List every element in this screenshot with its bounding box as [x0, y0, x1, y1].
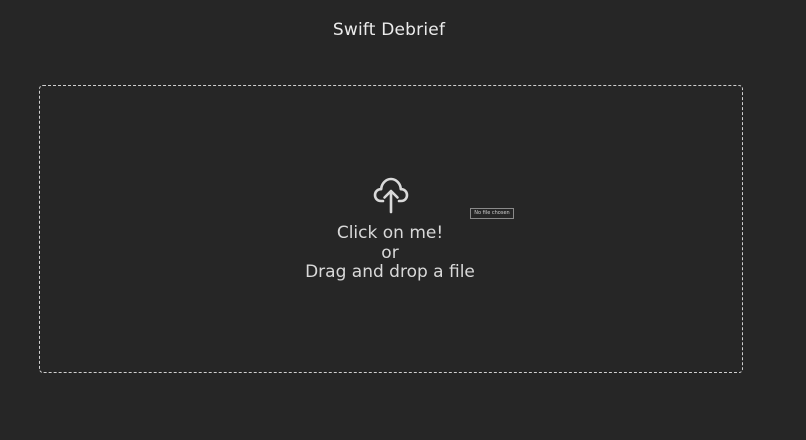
cloud-upload-icon: [373, 177, 409, 214]
upload-prompt[interactable]: Click on me! or Drag and drop a file: [240, 223, 540, 283]
file-input[interactable]: No file chosen: [470, 208, 514, 219]
page-title: Swift Debrief: [332, 20, 446, 40]
prompt-click-text: Click on me!: [336, 223, 444, 243]
prompt-drag-text: Drag and drop a file: [305, 262, 475, 282]
prompt-or-text: or: [381, 242, 399, 263]
